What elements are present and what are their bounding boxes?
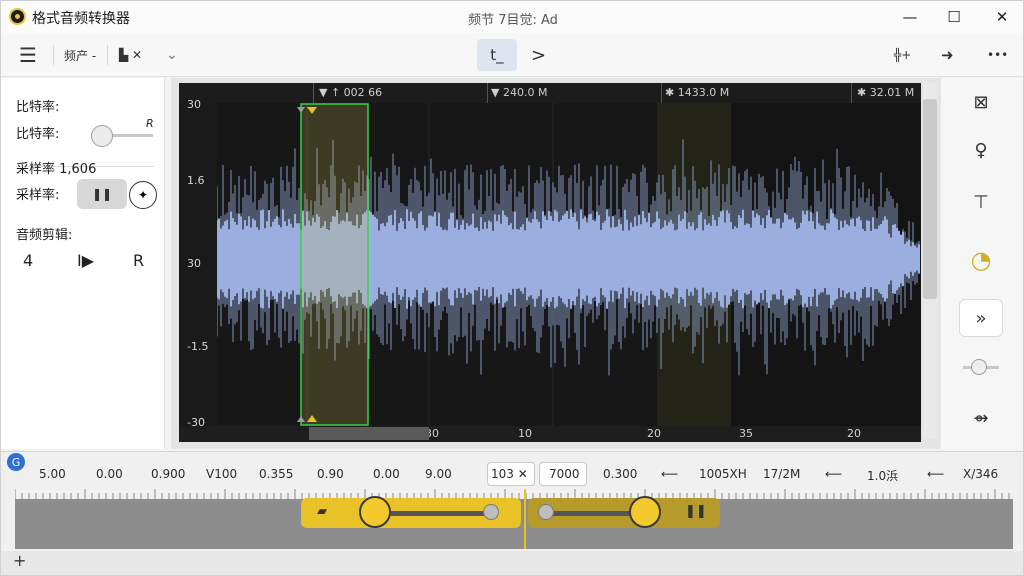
- clip-end-handle[interactable]: [629, 496, 661, 528]
- timeline-label: 0.355: [259, 467, 294, 481]
- timeline-label: V100: [206, 467, 238, 481]
- minimize-button[interactable]: —: [887, 1, 933, 33]
- timeline-label: 9.00: [425, 467, 452, 481]
- zoom-slider-knob[interactable]: [971, 359, 987, 375]
- document-title: 频节 7目觉: Ad: [468, 13, 558, 28]
- pause-icon[interactable]: ❚❚: [685, 504, 707, 519]
- bitrate-slider-knob[interactable]: [90, 125, 113, 147]
- clip-icon: ▰: [317, 504, 327, 519]
- y-axis-label: -1.5: [187, 340, 209, 353]
- bottom-strip: [1, 551, 1023, 575]
- timeline-label: 1005XH: [699, 467, 747, 481]
- compass-icon[interactable]: ✦: [129, 181, 157, 209]
- clip-end-handle[interactable]: [483, 504, 499, 520]
- playhead[interactable]: [524, 489, 526, 549]
- time-ruler-top: ▼ ↑ 002 66 ▼ 240.0 M ✱ 1433.0 M ✱ 32.01 …: [179, 83, 921, 103]
- waveform-plot[interactable]: [217, 103, 921, 426]
- chevron-down-icon[interactable]: ⌄: [166, 43, 178, 67]
- trim-icon[interactable]: ⊤: [959, 183, 1003, 221]
- samplerate-label: 采样率:: [16, 188, 60, 203]
- next-arrow-icon[interactable]: >: [531, 43, 546, 67]
- export-icon[interactable]: ⇴: [959, 399, 1003, 437]
- timeline-badge-icon[interactable]: G: [7, 453, 25, 471]
- timeline-label: 0.300: [603, 467, 638, 481]
- bitrate-letter: R: [146, 117, 154, 130]
- toolbar-divider: [107, 45, 108, 65]
- timeline-label: 0.900: [151, 467, 186, 481]
- ruler-top-label: ✱ 1433.0 M: [665, 86, 730, 99]
- menu-icon[interactable]: ☰: [19, 43, 37, 67]
- samplerate-heading: 采样率 1,606: [16, 162, 97, 177]
- export-arrow-icon[interactable]: ➜: [941, 43, 954, 67]
- title-bar: 格式音频转换器 频节 7目觉: Ad — ☐ ✕: [1, 1, 1023, 33]
- vertical-scroll-thumb[interactable]: [923, 99, 937, 299]
- pause-button[interactable]: ❚❚: [77, 179, 127, 209]
- volume-dial-icon[interactable]: ◔: [959, 241, 1003, 279]
- time-ruler-bottom: 30 10 20 35 20: [179, 426, 921, 442]
- app-window: 格式音频转换器 频节 7目觉: Ad — ☐ ✕ ☰ 频产 - ▙̶ ✕ ⌄ t…: [0, 0, 1024, 576]
- toolbar-divider: [53, 45, 54, 65]
- ruler-top-label: ▼ 240.0 M: [491, 86, 548, 99]
- close-box-icon[interactable]: ⊠: [959, 83, 1003, 121]
- timeline-label: 0.90: [317, 467, 344, 481]
- timeline-label: 17/2M: [763, 467, 801, 481]
- waveform-graphic: [217, 103, 921, 426]
- timeline-label: X/346: [963, 467, 999, 481]
- timeline-label: 0.00: [96, 467, 123, 481]
- ruler-bottom-label: 20: [847, 427, 861, 440]
- selection-region: [300, 103, 369, 426]
- add-track-icon[interactable]: ╬+: [894, 43, 911, 67]
- timeline-label: ⟵: [825, 467, 843, 481]
- text-tool-button[interactable]: t_: [477, 39, 517, 71]
- y-axis-label: 30: [187, 98, 201, 111]
- location-pin-icon[interactable]: ♀: [959, 131, 1003, 169]
- y-axis-label: 30: [187, 257, 201, 270]
- timeline-label: ⟵: [927, 467, 945, 481]
- timeline-label: 7000: [549, 467, 580, 481]
- bitrate-label: 比特率:: [16, 127, 60, 142]
- ruler-top-label: ▼ ↑ 002 66: [319, 86, 383, 99]
- ruler-bottom-label: 35: [739, 427, 753, 440]
- ruler-bottom-label: 10: [518, 427, 532, 440]
- ruler-top-label: ✱ 32.01 M: [857, 86, 915, 99]
- horizontal-scroll-thumb[interactable]: [309, 427, 429, 440]
- clip-start-handle[interactable]: [359, 496, 391, 528]
- repeat-icon[interactable]: R: [133, 251, 144, 270]
- y-axis-label: 1.6: [187, 174, 205, 187]
- more-options-icon[interactable]: •••: [987, 43, 1008, 67]
- rewind-icon[interactable]: 4: [23, 251, 33, 270]
- ruler-bottom-label: 20: [647, 427, 661, 440]
- play-icon[interactable]: I▶: [77, 251, 94, 270]
- timeline-label: 103 ✕: [491, 467, 528, 481]
- close-button[interactable]: ✕: [979, 1, 1023, 33]
- toolbar-item-audio[interactable]: 频产 -: [64, 43, 96, 67]
- clip-start-handle[interactable]: [538, 504, 554, 520]
- maximize-button[interactable]: ☐: [931, 1, 977, 33]
- timeline-label: 5.00: [39, 467, 66, 481]
- fast-forward-icon[interactable]: »: [959, 299, 1003, 337]
- timeline-label: 1.0浜: [867, 469, 899, 483]
- main-toolbar: ☰ 频产 - ▙̶ ✕ ⌄ t_ > ╬+ ➜ •••: [1, 33, 1023, 77]
- clip-rail: [381, 511, 491, 516]
- timeline-label: ⟵: [661, 467, 679, 481]
- edit-heading: 音频剪辑:: [16, 228, 73, 243]
- add-icon[interactable]: +: [13, 551, 26, 570]
- toolbar-item-format[interactable]: ▙̶ ✕: [119, 43, 142, 67]
- timeline-label: 0.00: [373, 467, 400, 481]
- bitrate-heading: 比特率:: [16, 100, 60, 115]
